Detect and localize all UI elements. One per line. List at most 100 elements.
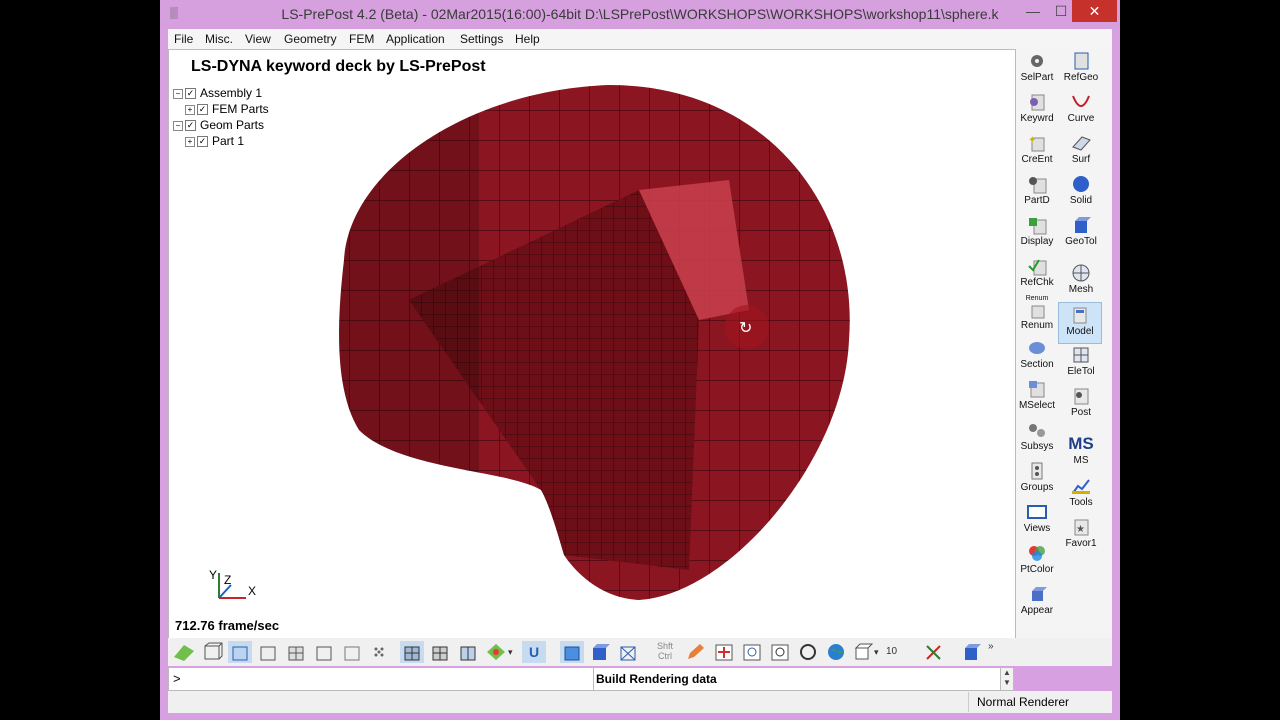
- axis-y-label: Y: [209, 568, 217, 582]
- geometry-tolerance-icon: [1075, 217, 1091, 233]
- surface-icon: [1072, 136, 1091, 151]
- pick-green-icon[interactable]: [172, 641, 196, 663]
- points-icon[interactable]: [368, 641, 392, 663]
- command-input[interactable]: >: [168, 667, 594, 691]
- curve-icon: [1072, 95, 1090, 107]
- mesh-gray-icon[interactable]: [428, 641, 452, 663]
- reference-geometry-icon: [1074, 52, 1089, 70]
- mesh-shaded-icon[interactable]: [400, 641, 424, 663]
- contour-dropdown-icon[interactable]: ▾: [508, 641, 518, 663]
- favor1-button[interactable]: ★ Favor1: [1060, 515, 1102, 555]
- frame-rate: 712.76 frame/sec: [175, 618, 280, 633]
- cube-view-icon[interactable]: [852, 641, 876, 663]
- ptcolor-button[interactable]: PtColor: [1016, 541, 1058, 581]
- eletol-button[interactable]: EleTol: [1060, 343, 1102, 383]
- svg-text:★: ★: [1076, 524, 1085, 535]
- ms-button[interactable]: MS MS: [1060, 433, 1102, 473]
- maximize-button[interactable]: ☐: [1050, 0, 1072, 22]
- creent-button[interactable]: ✦ CreEnt: [1016, 131, 1058, 171]
- outline-cube-icon[interactable]: [312, 641, 336, 663]
- renum-button[interactable]: Renum Renum: [1016, 295, 1058, 335]
- tools-icon: [1072, 479, 1090, 494]
- rotate-cursor-icon: ↻: [739, 318, 752, 337]
- menu-settings[interactable]: Settings: [460, 32, 503, 46]
- solid-button[interactable]: Solid: [1060, 172, 1102, 212]
- window-title: LS-PrePost 4.2 (Beta) - 02Mar2015(16:00)…: [281, 6, 999, 22]
- wire-cube-icon[interactable]: [200, 641, 224, 663]
- color-wheel-icon: [1029, 546, 1045, 561]
- post-icon: [1074, 388, 1089, 405]
- menu-application[interactable]: Application: [386, 32, 445, 46]
- message-output: Build Rendering data: [593, 667, 1001, 691]
- section-icon: [1029, 342, 1045, 354]
- minimize-button[interactable]: —: [1022, 0, 1044, 22]
- u-button[interactable]: U: [522, 641, 546, 663]
- keywrd-button[interactable]: Keywrd: [1016, 90, 1058, 130]
- sphere-mesh: [339, 85, 850, 600]
- menu-misc[interactable]: Misc.: [205, 32, 233, 46]
- model-render[interactable]: ↻ Y Z X: [169, 50, 1015, 639]
- shaded-cube-icon[interactable]: [228, 641, 252, 663]
- subsys-button[interactable]: Subsys: [1016, 418, 1058, 458]
- menu-fem[interactable]: FEM: [349, 32, 374, 46]
- rotate-icon[interactable]: [796, 641, 820, 663]
- appearance-icon: [1032, 587, 1047, 601]
- geotol-button[interactable]: GeoTol: [1060, 213, 1102, 253]
- shift-ctrl-toggle[interactable]: Shft Ctrl: [652, 641, 678, 663]
- groups-button[interactable]: Groups: [1016, 459, 1058, 499]
- menu-help[interactable]: Help: [515, 32, 540, 46]
- mselect-button[interactable]: MSelect: [1016, 377, 1058, 417]
- mesh-blue-icon[interactable]: [456, 641, 480, 663]
- close-button[interactable]: ✕: [1072, 0, 1117, 22]
- mesh-icon: [1072, 264, 1090, 282]
- contour-icon[interactable]: [484, 641, 508, 663]
- zoom-value[interactable]: 10: [886, 641, 910, 663]
- feature-cube-icon[interactable]: [340, 641, 364, 663]
- reference-check-icon: [1028, 259, 1047, 276]
- center-icon[interactable]: [712, 641, 736, 663]
- wire-blue-cube-icon[interactable]: [616, 641, 640, 663]
- mesh-cube-icon[interactable]: [284, 641, 308, 663]
- ms-logo-icon: MS: [1068, 434, 1094, 453]
- selpart-button[interactable]: SelPart: [1016, 49, 1058, 89]
- display-button[interactable]: Display: [1016, 213, 1058, 253]
- favorite-icon: ★: [1074, 519, 1089, 536]
- view-dropdown-icon[interactable]: ▾: [874, 641, 884, 663]
- section-button[interactable]: Section: [1016, 336, 1058, 376]
- blue-cube-icon[interactable]: [588, 641, 612, 663]
- curve-button[interactable]: Curve: [1060, 90, 1102, 130]
- message-scrollbar[interactable]: ▲ ▼: [1000, 667, 1014, 691]
- model-button[interactable]: Model: [1058, 302, 1102, 344]
- axis-toggle-icon[interactable]: [922, 641, 946, 663]
- views-icon: [1027, 505, 1047, 519]
- zoom-window-icon[interactable]: [740, 641, 764, 663]
- blue-box-icon[interactable]: [960, 641, 984, 663]
- toolbar-overflow-icon[interactable]: »: [988, 641, 998, 663]
- menu-geometry[interactable]: Geometry: [284, 32, 337, 46]
- views-button[interactable]: Views: [1016, 500, 1058, 540]
- globe-icon[interactable]: [824, 641, 848, 663]
- pencil-icon[interactable]: [684, 641, 708, 663]
- appear-button[interactable]: Appear: [1016, 582, 1058, 622]
- groups-icon: [1031, 462, 1043, 480]
- zoom-fit-icon[interactable]: [768, 641, 792, 663]
- refgeo-button[interactable]: RefGeo: [1060, 49, 1102, 89]
- title-bar[interactable]: ▒ LS-PrePost 4.2 (Beta) - 02Mar2015(16:0…: [160, 0, 1120, 29]
- part-data-icon: [1029, 177, 1047, 194]
- menu-file[interactable]: File: [174, 32, 193, 46]
- graphics-viewport[interactable]: LS-DYNA keyword deck by LS-PrePost − ✓ Ass…: [168, 49, 1016, 640]
- hidden-cube-icon[interactable]: [256, 641, 280, 663]
- menu-view[interactable]: View: [245, 32, 271, 46]
- axis-x-label: X: [248, 584, 256, 598]
- display-icon: [1029, 218, 1047, 235]
- surf-button[interactable]: Surf: [1060, 131, 1102, 171]
- mesh-button[interactable]: Mesh: [1060, 261, 1102, 301]
- app-window: ▒ LS-PrePost 4.2 (Beta) - 02Mar2015(16:0…: [160, 0, 1120, 720]
- tools-button[interactable]: Tools: [1060, 474, 1102, 514]
- partd-button[interactable]: PartD: [1016, 172, 1058, 212]
- solid-cube-active-icon[interactable]: [560, 641, 584, 663]
- post-button[interactable]: Post: [1060, 384, 1102, 424]
- right-toolbar: SelPart Keywrd ✦ CreEnt PartD Display Ref…: [1016, 49, 1112, 645]
- refchk-button[interactable]: RefChk: [1016, 254, 1058, 294]
- subsystem-gears-icon: [1029, 424, 1045, 437]
